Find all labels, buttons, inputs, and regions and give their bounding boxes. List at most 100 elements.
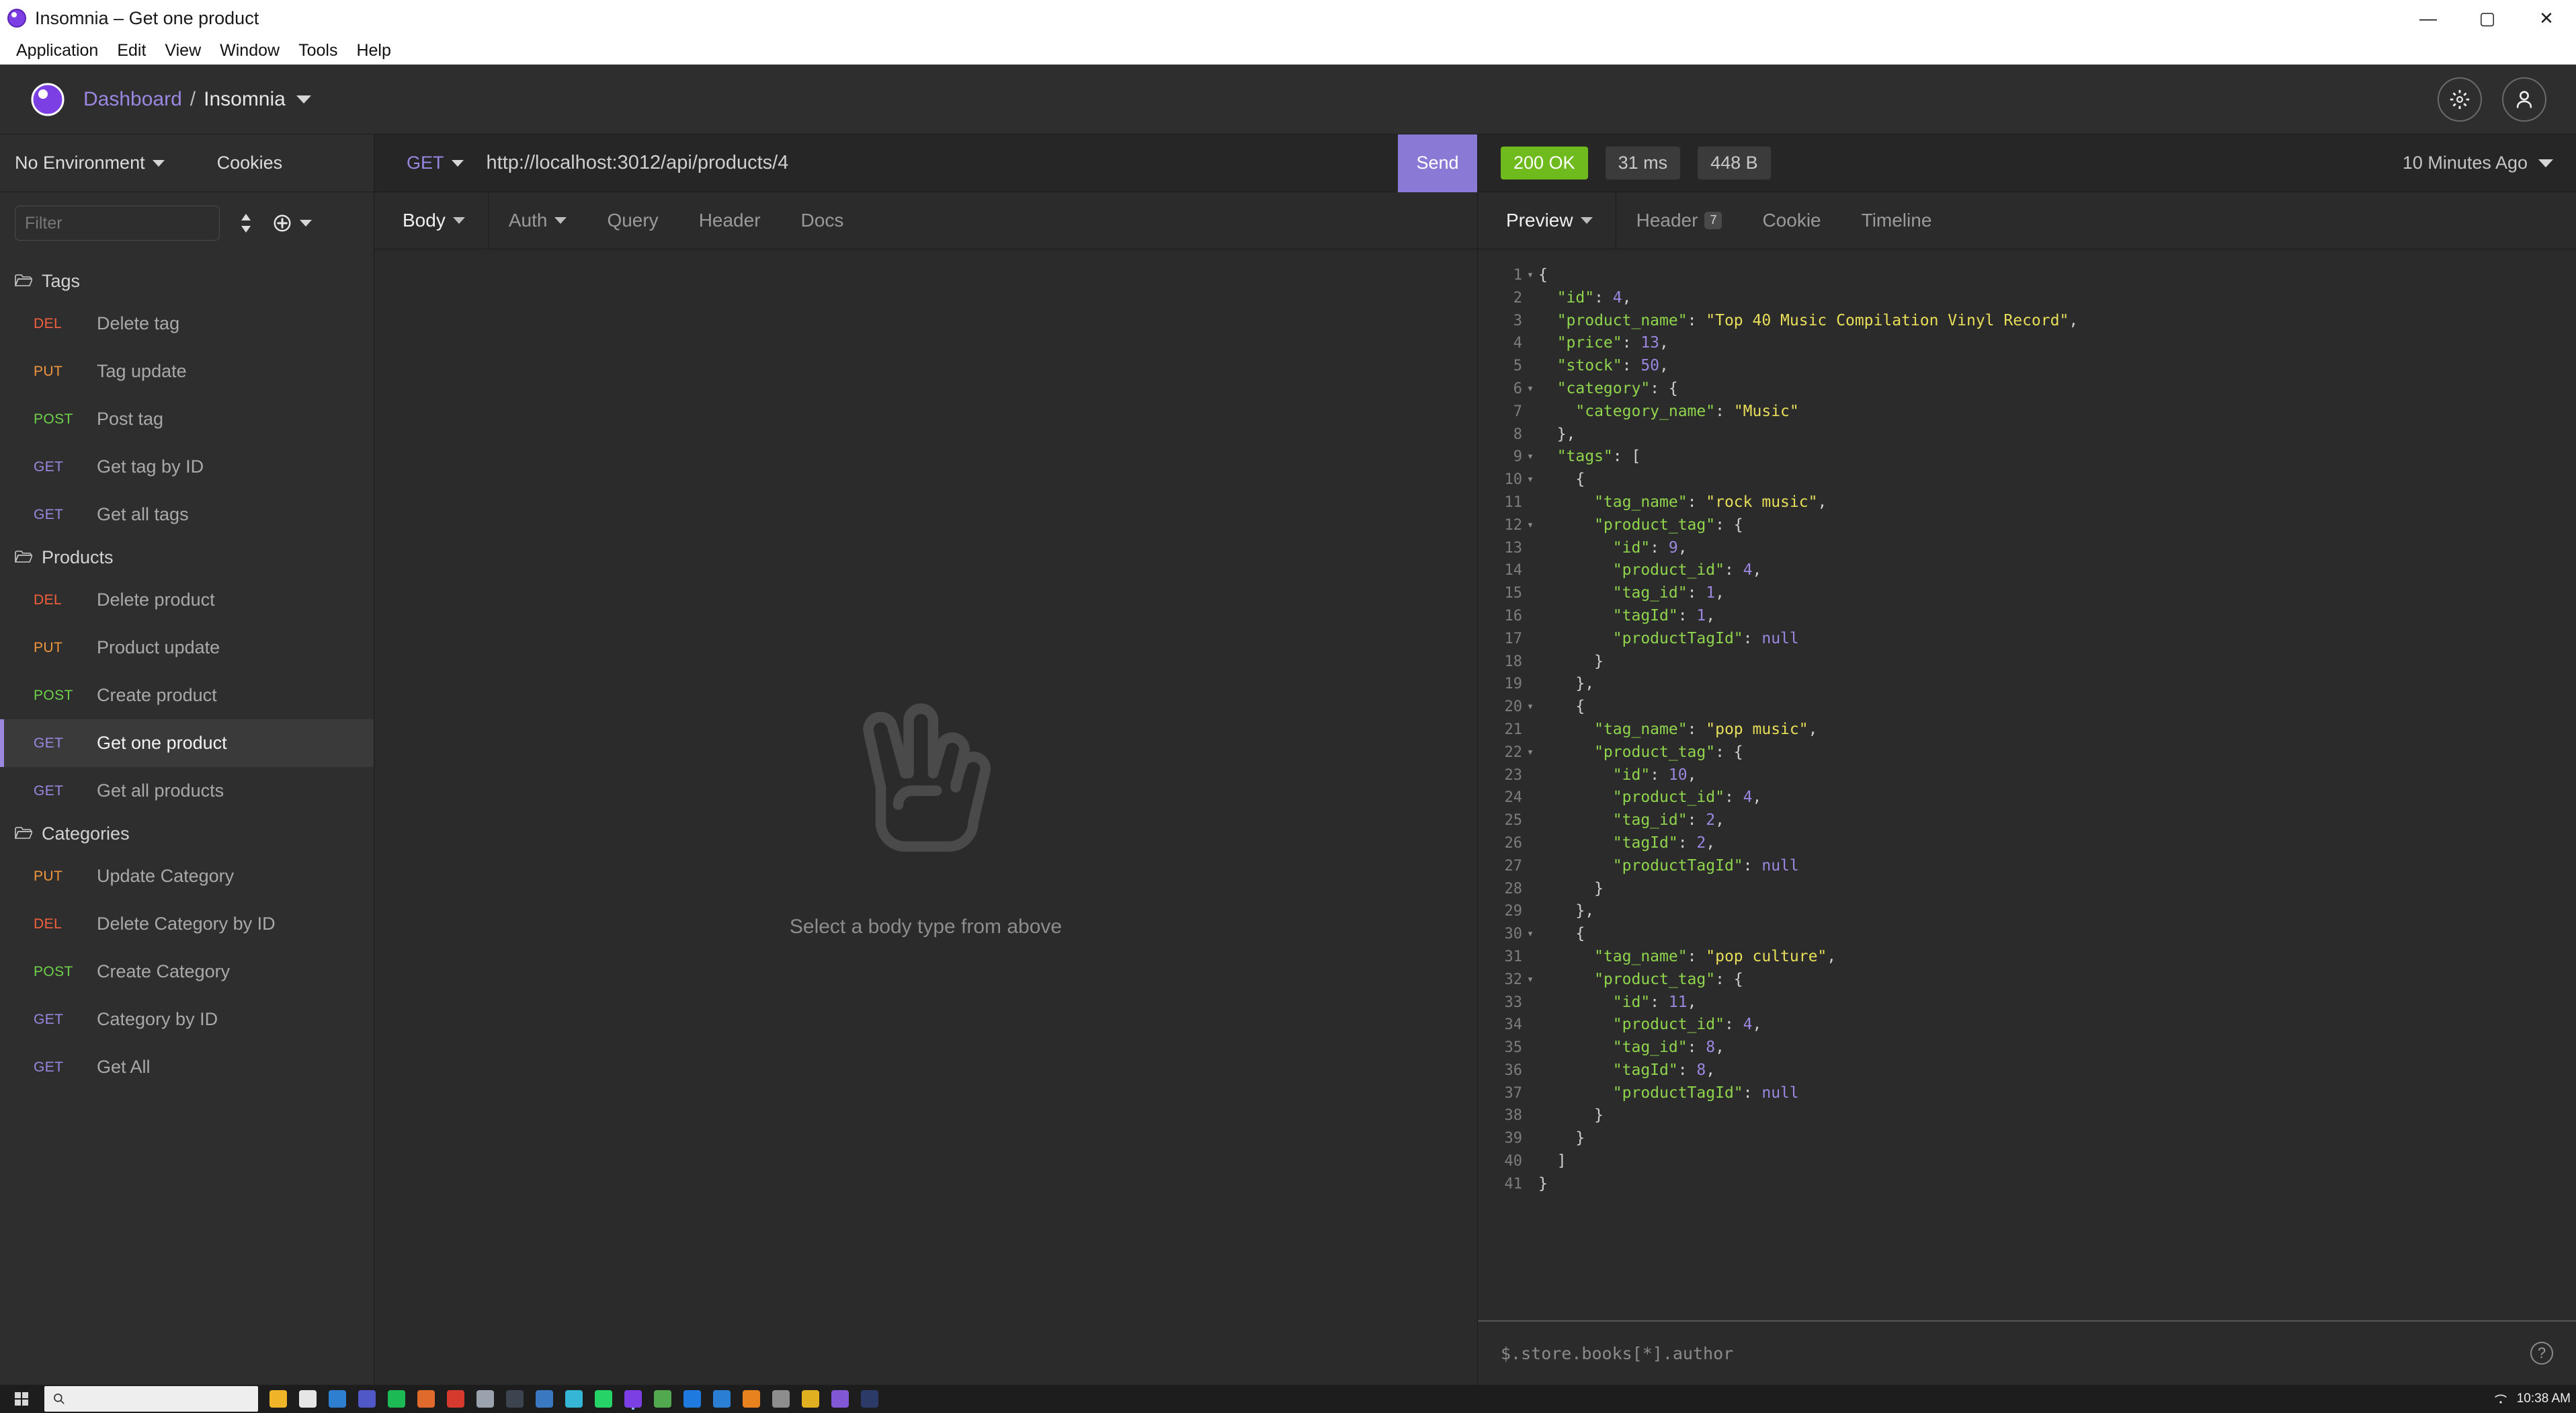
settings-button[interactable]	[2438, 77, 2482, 122]
request-item-delete-tag[interactable]: DEL Delete tag	[0, 300, 374, 348]
close-button[interactable]: ✕	[2517, 0, 2576, 36]
menu-item-tools[interactable]: Tools	[289, 41, 347, 60]
taskbar-app-orange2[interactable]	[737, 1385, 766, 1413]
response-timestamp[interactable]: 10 Minutes Ago	[2403, 153, 2528, 173]
jsonpath-filter-input[interactable]	[1501, 1343, 2530, 1363]
code-text: "tags": [	[1538, 448, 1641, 466]
fold-toggle-icon[interactable]: ▾	[1522, 514, 1538, 537]
request-item-product-update[interactable]: PUT Product update	[0, 624, 374, 672]
fold-toggle-icon[interactable]: ▾	[1522, 378, 1538, 401]
request-tab-header[interactable]: Header	[679, 192, 781, 249]
request-item-delete-product[interactable]: DEL Delete product	[0, 576, 374, 624]
request-method-selector[interactable]: GET	[374, 153, 444, 173]
url-input[interactable]: http://localhost:3012/api/products/4	[487, 152, 789, 174]
breadcrumb-workspace[interactable]: Insomnia	[204, 88, 286, 111]
add-request-button[interactable]	[272, 213, 312, 233]
line-number: 30	[1504, 926, 1523, 943]
tab-caret-icon[interactable]	[1580, 217, 1593, 224]
response-tab-timeline[interactable]: Timeline	[1841, 192, 1952, 249]
filter-input[interactable]	[15, 206, 220, 241]
code-text: {	[1538, 698, 1585, 716]
taskbar-app-white[interactable]	[293, 1385, 323, 1413]
taskbar-app-red[interactable]	[441, 1385, 470, 1413]
taskbar-app-grey[interactable]	[470, 1385, 500, 1413]
account-button[interactable]	[2502, 77, 2546, 122]
taskbar-clock[interactable]: 10:38 AM	[2517, 1392, 2571, 1406]
fold-toggle-icon[interactable]: ▾	[1522, 741, 1538, 764]
taskbar-insomnia[interactable]	[618, 1385, 648, 1413]
taskbar-teams[interactable]	[352, 1385, 382, 1413]
network-icon[interactable]	[2494, 1392, 2507, 1406]
taskbar-app-cyan[interactable]	[559, 1385, 589, 1413]
environment-caret-icon[interactable]	[152, 159, 165, 167]
minimize-button[interactable]: —	[2399, 0, 2458, 36]
menu-item-view[interactable]: View	[155, 41, 210, 60]
taskbar-search-box[interactable]	[44, 1386, 258, 1412]
menu-item-application[interactable]: Application	[7, 41, 108, 60]
method-caret-icon[interactable]	[451, 159, 464, 167]
maximize-button[interactable]: ▢	[2458, 0, 2517, 36]
code-text: "product_tag": {	[1538, 970, 1743, 988]
sort-button[interactable]	[239, 212, 253, 235]
environment-selector[interactable]: No Environment	[15, 153, 145, 173]
fold-toggle-icon[interactable]: ▾	[1522, 446, 1538, 469]
taskbar-app-blue2[interactable]	[530, 1385, 559, 1413]
line-number: 41	[1504, 1175, 1523, 1193]
taskbar-icon-glyph	[417, 1390, 435, 1408]
jsonpath-help-button[interactable]: ?	[2530, 1342, 2553, 1365]
menu-item-help[interactable]: Help	[347, 41, 400, 60]
request-item-create-category[interactable]: POST Create Category	[0, 948, 374, 996]
taskbar-vscode[interactable]	[707, 1385, 737, 1413]
cookies-button[interactable]: Cookies	[217, 153, 283, 173]
workspace-dropdown-caret-icon[interactable]	[296, 95, 311, 104]
fold-toggle-icon[interactable]: ▾	[1522, 264, 1538, 287]
taskbar-file-explorer[interactable]	[263, 1385, 293, 1413]
request-item-get-all-products[interactable]: GET Get all products	[0, 767, 374, 815]
response-tab-header[interactable]: Header 7	[1616, 192, 1743, 249]
taskbar-app-orange[interactable]	[411, 1385, 441, 1413]
request-item-tag-update[interactable]: PUT Tag update	[0, 348, 374, 395]
response-tab-preview[interactable]: Preview	[1478, 192, 1616, 249]
folder-categories[interactable]: Categories	[0, 815, 374, 852]
tab-caret-icon[interactable]	[554, 217, 567, 224]
taskbar-app-blue3[interactable]	[677, 1385, 707, 1413]
taskbar-app-green2[interactable]	[648, 1385, 677, 1413]
taskbar-app-grey2[interactable]	[766, 1385, 796, 1413]
taskbar-spotify[interactable]	[382, 1385, 411, 1413]
request-tab-query[interactable]: Query	[587, 192, 678, 249]
request-item-get-all-tags[interactable]: GET Get all tags	[0, 491, 374, 538]
response-history-caret-icon[interactable]	[2538, 159, 2553, 167]
fold-toggle-icon[interactable]: ▾	[1522, 923, 1538, 946]
response-body-viewer[interactable]: 1 ▾{2 "id": 4, 3 "product_name": "Top 40 M…	[1478, 249, 2576, 1320]
add-request-caret-icon[interactable]	[300, 220, 312, 227]
breadcrumb-dashboard[interactable]: Dashboard	[83, 88, 182, 111]
request-item-get-tag-by-id[interactable]: GET Get tag by ID	[0, 443, 374, 491]
menu-item-edit[interactable]: Edit	[108, 41, 155, 60]
taskbar-whatsapp[interactable]	[589, 1385, 618, 1413]
request-item-create-product[interactable]: POST Create product	[0, 672, 374, 719]
taskbar-app-navy[interactable]	[855, 1385, 884, 1413]
taskbar-app-dark[interactable]	[500, 1385, 530, 1413]
folder-tags[interactable]: Tags	[0, 262, 374, 300]
fold-toggle-icon[interactable]: ▾	[1522, 469, 1538, 491]
send-button[interactable]: Send	[1398, 134, 1477, 192]
tab-caret-icon[interactable]	[452, 217, 465, 224]
start-button[interactable]	[0, 1385, 43, 1413]
request-item-update-category[interactable]: PUT Update Category	[0, 852, 374, 900]
menu-item-window[interactable]: Window	[210, 41, 289, 60]
fold-toggle-icon[interactable]: ▾	[1522, 696, 1538, 719]
request-item-post-tag[interactable]: POST Post tag	[0, 395, 374, 443]
request-item-get-one-product[interactable]: GET Get one product	[0, 719, 374, 767]
taskbar-app-yellow[interactable]	[796, 1385, 825, 1413]
request-tab-auth[interactable]: Auth	[489, 192, 587, 249]
request-tab-body[interactable]: Body	[374, 192, 489, 249]
request-item-get-all[interactable]: GET Get All	[0, 1043, 374, 1091]
request-item-delete-category-by-id[interactable]: DEL Delete Category by ID	[0, 900, 374, 948]
request-tab-docs[interactable]: Docs	[781, 192, 864, 249]
request-item-category-by-id[interactable]: GET Category by ID	[0, 996, 374, 1043]
taskbar-app-purple[interactable]	[825, 1385, 855, 1413]
fold-toggle-icon[interactable]: ▾	[1522, 969, 1538, 992]
taskbar-edge[interactable]	[323, 1385, 352, 1413]
response-tab-cookie[interactable]: Cookie	[1742, 192, 1841, 249]
folder-products[interactable]: Products	[0, 538, 374, 576]
